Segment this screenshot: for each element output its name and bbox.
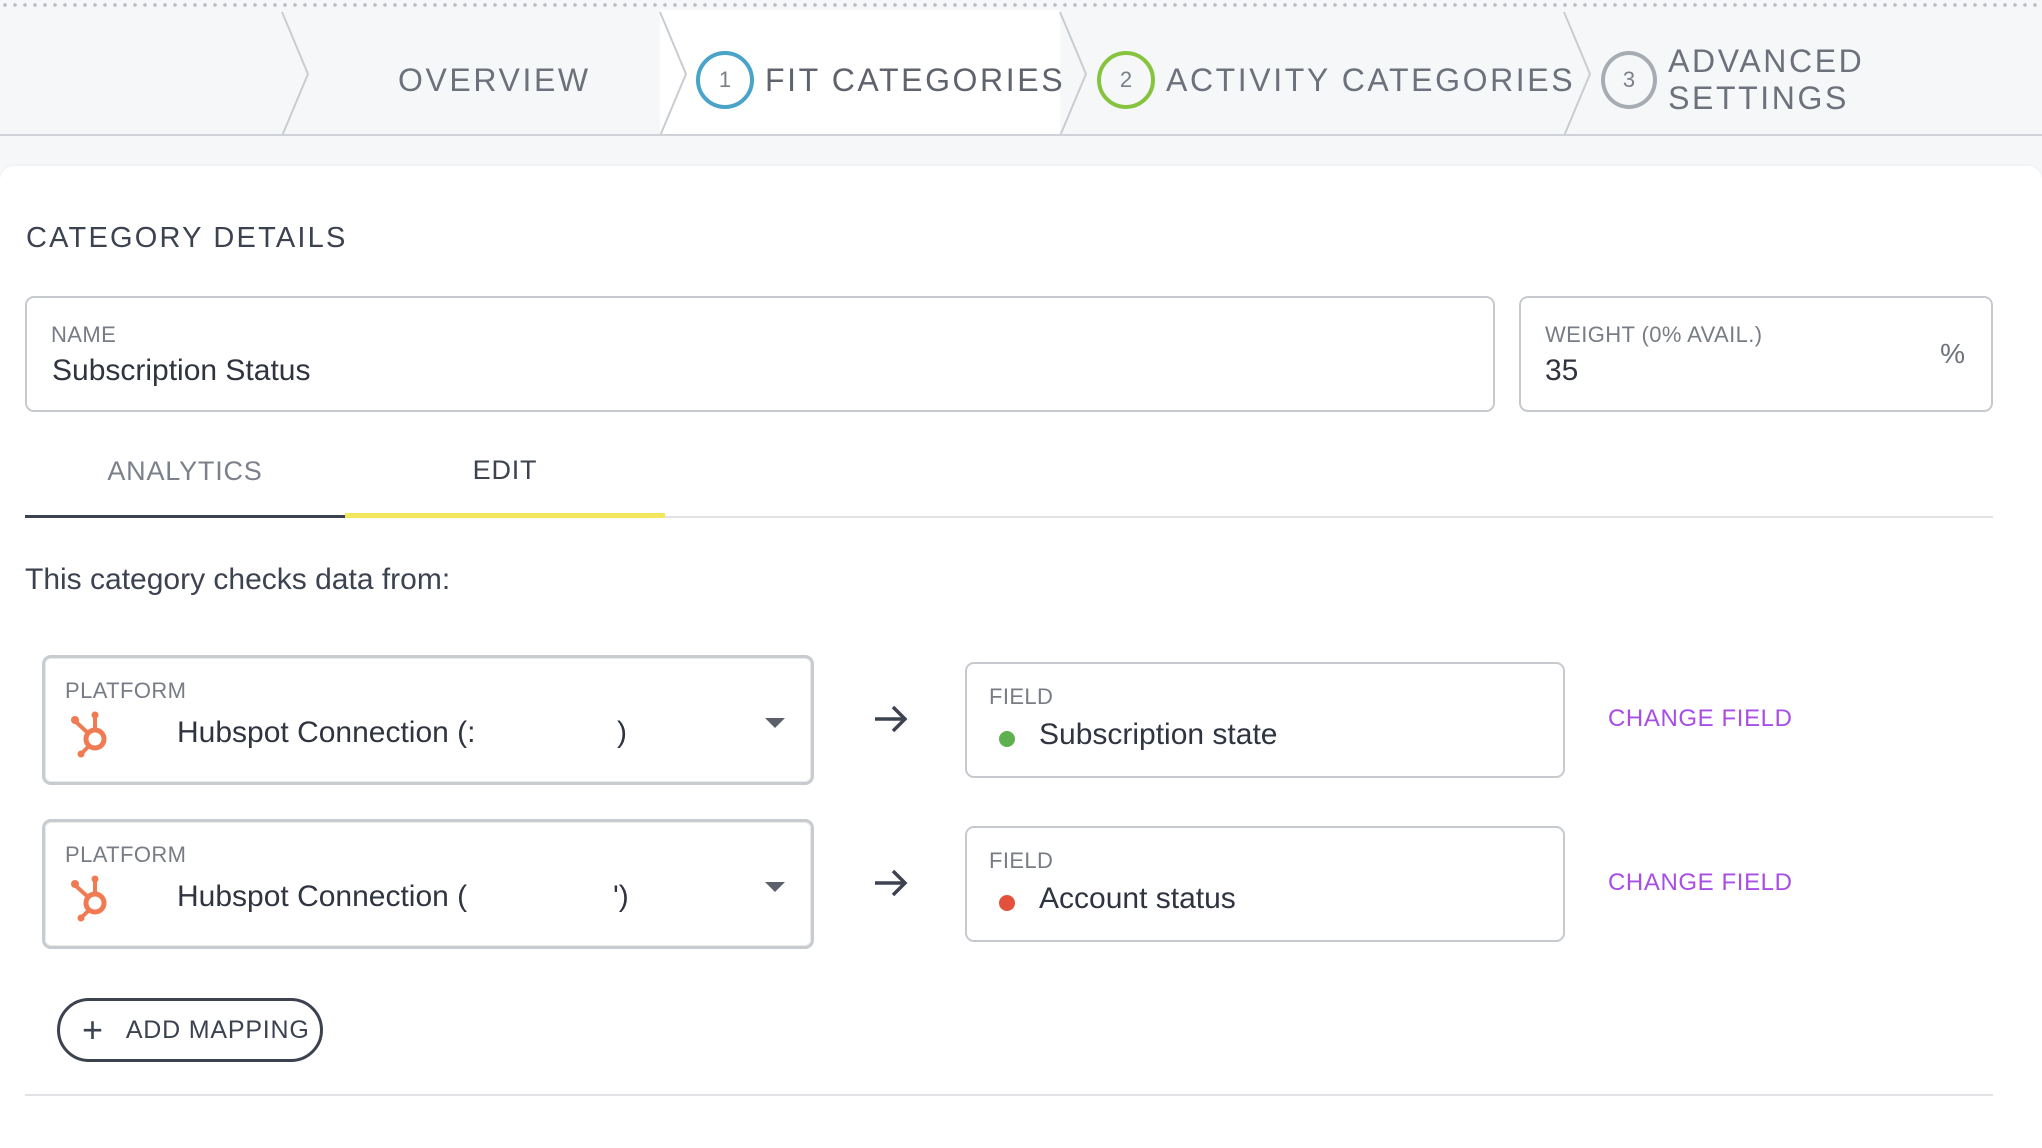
status-dot-red: [999, 895, 1015, 911]
step-advanced-label: ADVANCED SETTINGS: [1668, 43, 1865, 116]
platform-close-2: '): [613, 880, 629, 913]
hubspot-icon: [71, 711, 107, 758]
top-dotted-border: [0, 0, 2042, 10]
step-fit-label: FIT CATEGORIES: [765, 61, 1066, 98]
platform-select-2[interactable]: PLATFORM Hubspot Connection ( '): [42, 819, 814, 949]
mapping-intro-text: This category checks data from:: [25, 563, 451, 596]
field-label-1: FIELD: [989, 684, 1054, 709]
tab-edit[interactable]: EDIT: [345, 428, 665, 518]
step-fit-number: 1: [696, 51, 754, 109]
weight-field[interactable]: WEIGHT (0% AVAIL.) 35 %: [1519, 296, 1993, 412]
field-box-2: FIELD Account status: [965, 826, 1565, 942]
field-box-1: FIELD Subscription state: [965, 662, 1565, 778]
status-dot-green: [999, 731, 1015, 747]
wizard-stepper: OVERVIEW 1 FIT CATEGORIES 2 ACTIVITY CAT…: [0, 10, 2042, 136]
step-overview-label: OVERVIEW: [398, 61, 591, 98]
platform-close-1: ): [617, 716, 627, 749]
plus-icon: +: [82, 1009, 104, 1050]
step-activity-categories[interactable]: 2 ACTIVITY CATEGORIES: [1097, 48, 1575, 112]
field-label-2: FIELD: [989, 848, 1054, 873]
field-value-1: Subscription state: [1039, 718, 1278, 751]
platform-select-1[interactable]: PLATFORM Hubspot Connection (: ): [42, 655, 814, 785]
step-overview[interactable]: OVERVIEW: [398, 48, 591, 112]
arrow-right-icon: [875, 705, 908, 733]
name-field[interactable]: NAME Subscription Status: [25, 296, 1495, 412]
step-activity-label: ACTIVITY CATEGORIES: [1166, 61, 1576, 98]
hubspot-icon: [71, 875, 107, 922]
caret-down-icon[interactable]: [765, 718, 785, 728]
platform-label-2: PLATFORM: [65, 842, 187, 867]
step-fit-categories[interactable]: 1 FIT CATEGORIES: [696, 48, 1065, 112]
category-tabs: ANALYTICS EDIT: [25, 428, 1993, 518]
caret-down-icon[interactable]: [765, 882, 785, 892]
weight-percent-suffix: %: [1940, 338, 1965, 369]
change-field-link-1[interactable]: CHANGE FIELD: [1608, 705, 1793, 733]
stepper-bottom-border: [0, 134, 2042, 136]
name-field-value[interactable]: Subscription Status: [52, 354, 310, 388]
name-field-label: NAME: [51, 322, 117, 347]
add-mapping-label: ADD MAPPING: [125, 1015, 310, 1044]
step-advanced-settings[interactable]: 3 ADVANCED SETTINGS: [1601, 43, 2042, 116]
step-advanced-number: 3: [1601, 51, 1658, 109]
field-value-2: Account status: [1039, 882, 1236, 915]
bottom-divider: [25, 1094, 1993, 1096]
category-card: CATEGORY DETAILS NAME Subscription Statu…: [0, 166, 2042, 1148]
platform-label-1: PLATFORM: [65, 678, 187, 703]
add-mapping-button[interactable]: + ADD MAPPING: [57, 998, 323, 1062]
weight-field-value[interactable]: 35: [1545, 354, 1578, 388]
section-title: CATEGORY DETAILS: [26, 222, 348, 254]
arrow-right-icon: [875, 869, 908, 897]
platform-value-2: Hubspot Connection (: [177, 880, 468, 913]
weight-field-label: WEIGHT (0% AVAIL.): [1545, 322, 1763, 347]
platform-value-1: Hubspot Connection (:: [177, 716, 476, 749]
step-activity-number: 2: [1097, 51, 1155, 109]
change-field-link-2[interactable]: CHANGE FIELD: [1608, 869, 1793, 897]
tab-analytics[interactable]: ANALYTICS: [25, 428, 345, 518]
